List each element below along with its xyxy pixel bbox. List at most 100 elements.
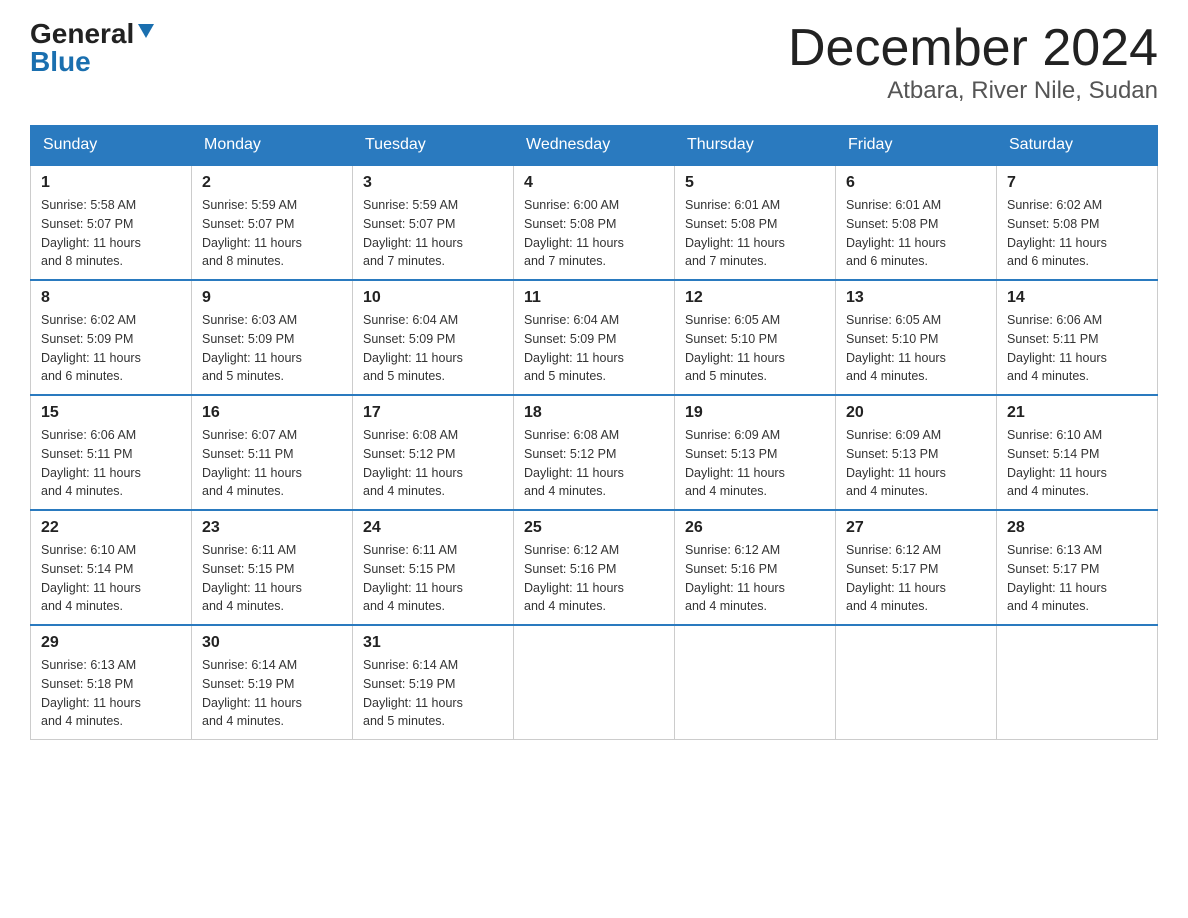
day-info: Sunrise: 6:12 AMSunset: 5:16 PMDaylight:… (524, 541, 664, 616)
day-info: Sunrise: 6:03 AMSunset: 5:09 PMDaylight:… (202, 311, 342, 386)
calendar-cell: 26Sunrise: 6:12 AMSunset: 5:16 PMDayligh… (675, 510, 836, 625)
day-number: 19 (685, 404, 825, 422)
day-number: 11 (524, 289, 664, 307)
logo-general: General (30, 20, 134, 48)
day-number: 13 (846, 289, 986, 307)
day-number: 25 (524, 519, 664, 537)
calendar-cell: 11 Sunrise: 6:04 AMSunset: 5:09 PMDayligh… (514, 280, 675, 395)
calendar-cell (997, 625, 1158, 740)
calendar-cell: 27 Sunrise: 6:12 AMSunset: 5:17 PMDayligh… (836, 510, 997, 625)
calendar-cell: 5 Sunrise: 6:01 AMSunset: 5:08 PMDaylight… (675, 165, 836, 280)
calendar-cell: 10Sunrise: 6:04 AMSunset: 5:09 PMDayligh… (353, 280, 514, 395)
day-number: 17 (363, 404, 503, 422)
day-info: Sunrise: 6:11 AMSunset: 5:15 PMDaylight:… (363, 541, 503, 616)
calendar-cell: 17 Sunrise: 6:08 AMSunset: 5:12 PMDayligh… (353, 395, 514, 510)
week-row-5: 29 Sunrise: 6:13 AMSunset: 5:18 PMDayligh… (31, 625, 1158, 740)
calendar-cell: 7Sunrise: 6:02 AMSunset: 5:08 PMDaylight… (997, 165, 1158, 280)
calendar-cell: 13 Sunrise: 6:05 AMSunset: 5:10 PMDayligh… (836, 280, 997, 395)
day-info: Sunrise: 6:11 AMSunset: 5:15 PMDaylight:… (202, 541, 342, 616)
day-number: 12 (685, 289, 825, 307)
day-info: Sunrise: 6:07 AMSunset: 5:11 PMDaylight:… (202, 426, 342, 501)
day-number: 8 (41, 289, 181, 307)
weekday-header-friday: Friday (836, 126, 997, 166)
day-number: 10 (363, 289, 503, 307)
calendar-cell (675, 625, 836, 740)
day-info: Sunrise: 6:12 AMSunset: 5:17 PMDaylight:… (846, 541, 986, 616)
logo-triangle-icon (138, 24, 154, 43)
day-number: 16 (202, 404, 342, 422)
location-subtitle: Atbara, River Nile, Sudan (788, 77, 1158, 105)
day-number: 26 (685, 519, 825, 537)
calendar-cell: 3 Sunrise: 5:59 AMSunset: 5:07 PMDaylight… (353, 165, 514, 280)
calendar-cell: 12Sunrise: 6:05 AMSunset: 5:10 PMDayligh… (675, 280, 836, 395)
calendar-cell (514, 625, 675, 740)
calendar-cell: 30 Sunrise: 6:14 AMSunset: 5:19 PMDayligh… (192, 625, 353, 740)
day-number: 1 (41, 174, 181, 192)
day-number: 14 (1007, 289, 1147, 307)
weekday-header-row: SundayMondayTuesdayWednesdayThursdayFrid… (31, 126, 1158, 166)
calendar-cell: 15Sunrise: 6:06 AMSunset: 5:11 PMDayligh… (31, 395, 192, 510)
day-number: 9 (202, 289, 342, 307)
calendar-cell: 22 Sunrise: 6:10 AMSunset: 5:14 PMDayligh… (31, 510, 192, 625)
day-info: Sunrise: 6:04 AMSunset: 5:09 PMDaylight:… (524, 311, 664, 386)
day-number: 24 (363, 519, 503, 537)
day-info: Sunrise: 6:01 AMSunset: 5:08 PMDaylight:… (846, 196, 986, 271)
day-number: 29 (41, 634, 181, 652)
day-info: Sunrise: 5:59 AMSunset: 5:07 PMDaylight:… (363, 196, 503, 271)
calendar-cell: 29 Sunrise: 6:13 AMSunset: 5:18 PMDayligh… (31, 625, 192, 740)
calendar-cell: 1Sunrise: 5:58 AMSunset: 5:07 PMDaylight… (31, 165, 192, 280)
day-number: 3 (363, 174, 503, 192)
logo-blue: Blue (30, 46, 91, 77)
week-row-4: 22 Sunrise: 6:10 AMSunset: 5:14 PMDayligh… (31, 510, 1158, 625)
calendar-cell: 2 Sunrise: 5:59 AMSunset: 5:07 PMDaylight… (192, 165, 353, 280)
calendar-cell: 4 Sunrise: 6:00 AMSunset: 5:08 PMDaylight… (514, 165, 675, 280)
day-number: 28 (1007, 519, 1147, 537)
page-header: General Blue December 2024 Atbara, River… (30, 20, 1158, 105)
weekday-header-monday: Monday (192, 126, 353, 166)
month-year-title: December 2024 (788, 20, 1158, 77)
day-info: Sunrise: 6:06 AMSunset: 5:11 PMDaylight:… (41, 426, 181, 501)
day-info: Sunrise: 6:14 AMSunset: 5:19 PMDaylight:… (363, 656, 503, 731)
day-info: Sunrise: 6:05 AMSunset: 5:10 PMDaylight:… (846, 311, 986, 386)
day-info: Sunrise: 6:09 AMSunset: 5:13 PMDaylight:… (685, 426, 825, 501)
weekday-header-wednesday: Wednesday (514, 126, 675, 166)
day-number: 18 (524, 404, 664, 422)
calendar-cell: 8 Sunrise: 6:02 AMSunset: 5:09 PMDaylight… (31, 280, 192, 395)
day-info: Sunrise: 6:09 AMSunset: 5:13 PMDaylight:… (846, 426, 986, 501)
weekday-header-saturday: Saturday (997, 126, 1158, 166)
weekday-header-thursday: Thursday (675, 126, 836, 166)
day-info: Sunrise: 6:01 AMSunset: 5:08 PMDaylight:… (685, 196, 825, 271)
day-number: 5 (685, 174, 825, 192)
day-info: Sunrise: 6:14 AMSunset: 5:19 PMDaylight:… (202, 656, 342, 731)
calendar-cell: 16 Sunrise: 6:07 AMSunset: 5:11 PMDayligh… (192, 395, 353, 510)
day-number: 4 (524, 174, 664, 192)
day-number: 7 (1007, 174, 1147, 192)
calendar-cell: 25 Sunrise: 6:12 AMSunset: 5:16 PMDayligh… (514, 510, 675, 625)
day-info: Sunrise: 6:13 AMSunset: 5:18 PMDaylight:… (41, 656, 181, 731)
day-info: Sunrise: 6:00 AMSunset: 5:08 PMDaylight:… (524, 196, 664, 271)
day-info: Sunrise: 6:13 AMSunset: 5:17 PMDaylight:… (1007, 541, 1147, 616)
day-info: Sunrise: 6:08 AMSunset: 5:12 PMDaylight:… (363, 426, 503, 501)
day-number: 22 (41, 519, 181, 537)
day-info: Sunrise: 6:10 AMSunset: 5:14 PMDaylight:… (1007, 426, 1147, 501)
day-info: Sunrise: 5:59 AMSunset: 5:07 PMDaylight:… (202, 196, 342, 271)
day-number: 21 (1007, 404, 1147, 422)
day-number: 2 (202, 174, 342, 192)
day-number: 30 (202, 634, 342, 652)
day-info: Sunrise: 6:02 AMSunset: 5:09 PMDaylight:… (41, 311, 181, 386)
calendar-cell: 9 Sunrise: 6:03 AMSunset: 5:09 PMDaylight… (192, 280, 353, 395)
calendar-cell: 6Sunrise: 6:01 AMSunset: 5:08 PMDaylight… (836, 165, 997, 280)
day-number: 27 (846, 519, 986, 537)
title-block: December 2024 Atbara, River Nile, Sudan (788, 20, 1158, 105)
calendar-table: SundayMondayTuesdayWednesdayThursdayFrid… (30, 125, 1158, 740)
calendar-cell (836, 625, 997, 740)
day-info: Sunrise: 6:10 AMSunset: 5:14 PMDaylight:… (41, 541, 181, 616)
weekday-header-tuesday: Tuesday (353, 126, 514, 166)
calendar-cell: 14 Sunrise: 6:06 AMSunset: 5:11 PMDayligh… (997, 280, 1158, 395)
calendar-cell: 28 Sunrise: 6:13 AMSunset: 5:17 PMDayligh… (997, 510, 1158, 625)
day-number: 20 (846, 404, 986, 422)
day-info: Sunrise: 6:06 AMSunset: 5:11 PMDaylight:… (1007, 311, 1147, 386)
week-row-2: 8 Sunrise: 6:02 AMSunset: 5:09 PMDaylight… (31, 280, 1158, 395)
calendar-cell: 18Sunrise: 6:08 AMSunset: 5:12 PMDayligh… (514, 395, 675, 510)
calendar-cell: 21 Sunrise: 6:10 AMSunset: 5:14 PMDayligh… (997, 395, 1158, 510)
